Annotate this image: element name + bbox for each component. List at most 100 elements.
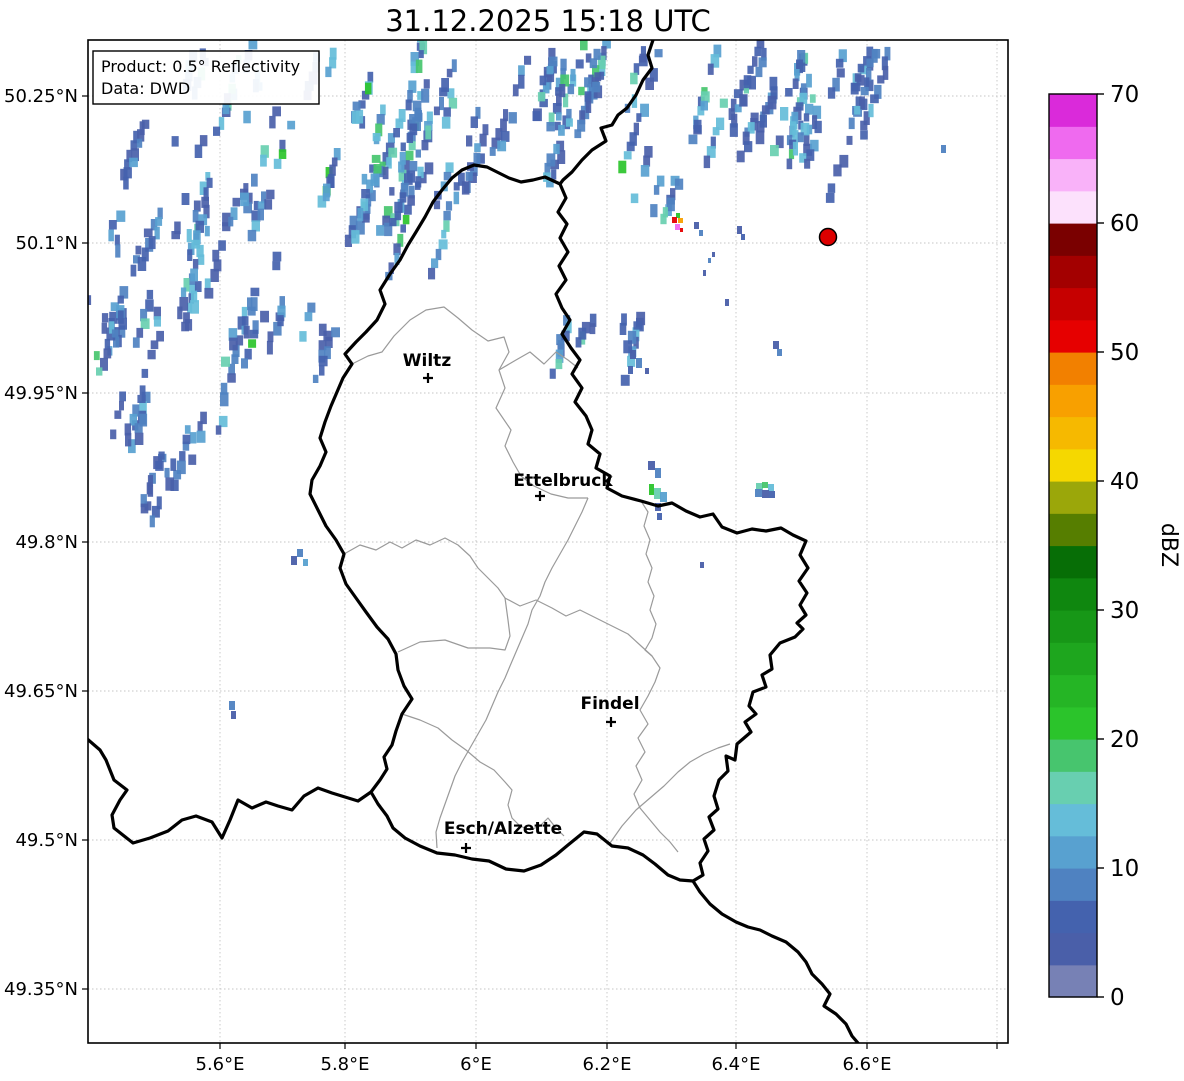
echo-bin — [762, 482, 768, 488]
echo-bin — [465, 171, 473, 181]
echo-bin — [656, 175, 665, 187]
echo-bin — [193, 200, 201, 212]
info-box: Product: 0.5° Reflectivity Data: DWD — [92, 50, 320, 105]
echo-bin — [247, 306, 256, 316]
echo-bin — [860, 130, 868, 140]
echo-bin — [140, 318, 150, 329]
echo-bin — [500, 131, 510, 142]
echo-bin — [754, 46, 762, 57]
echo-bin — [532, 111, 541, 121]
echo-bin — [421, 140, 429, 151]
echo-bin — [380, 104, 386, 116]
echo-bin — [132, 337, 140, 348]
colorbar-axis-label: dBZ — [1156, 523, 1181, 567]
echo-bin — [645, 368, 649, 374]
y-tick-label: 49.35°N — [4, 979, 78, 1000]
echo-bin — [461, 181, 470, 195]
echo-bin — [565, 118, 573, 127]
echo-bin — [140, 503, 149, 514]
colorbar-segment — [1049, 932, 1097, 966]
echo-bin — [792, 141, 798, 156]
echo-bin — [146, 289, 154, 300]
y-tick-label: 50.25°N — [4, 86, 78, 107]
echo-bin — [108, 220, 117, 230]
echo-bin — [147, 484, 154, 497]
echo-bin — [860, 86, 869, 96]
echo-bin — [441, 116, 451, 129]
echo-bin — [546, 73, 555, 82]
echo-bin — [213, 126, 221, 136]
colorbar-segment — [1049, 255, 1097, 289]
echo-bin — [194, 144, 203, 158]
echo-bin — [141, 119, 150, 129]
echo-bin — [866, 58, 874, 68]
echo-bin — [825, 192, 835, 203]
echo-bin — [273, 158, 282, 169]
echo-bin — [206, 177, 213, 188]
colorbar-segment — [1049, 481, 1097, 514]
colorbar-tick-label: 50 — [1110, 340, 1139, 366]
echo-bin — [835, 58, 844, 68]
echo-bin — [558, 124, 565, 136]
echo-bin — [453, 191, 460, 205]
echo-bin — [101, 313, 109, 323]
echo-bin — [376, 225, 385, 236]
echo-bin — [719, 98, 728, 108]
echo-bin — [546, 122, 555, 132]
echo-bin — [272, 251, 282, 262]
echo-bin — [636, 113, 642, 122]
echo-bin — [177, 306, 183, 320]
echo-bin — [93, 351, 100, 361]
echo-bin — [619, 322, 627, 335]
echo-bin — [557, 340, 565, 351]
colorbar-segment — [1049, 545, 1097, 579]
x-tick-label: 5.8°E — [321, 1054, 370, 1075]
echo-bin — [393, 128, 400, 138]
echo-bin — [182, 434, 191, 445]
echo-bin — [620, 374, 630, 386]
echo-bin — [185, 319, 193, 331]
echo-bin — [137, 394, 146, 403]
echo-bin — [156, 330, 164, 342]
echo-bin — [88, 295, 92, 305]
colorbar-tick-label: 70 — [1110, 82, 1139, 108]
echo-bin — [854, 73, 862, 82]
echo-bin — [694, 222, 699, 229]
echo-bin — [266, 189, 275, 200]
colorbar-tick-label: 10 — [1110, 856, 1139, 882]
echo-bin — [405, 150, 414, 161]
echo-bin — [768, 484, 774, 491]
echo-bin — [357, 208, 364, 222]
echo-bin — [703, 155, 711, 169]
echo-bin — [277, 315, 284, 327]
echo-bin — [680, 228, 683, 232]
echo-bin — [649, 484, 654, 495]
echo-bin — [264, 199, 273, 210]
echo-bin — [512, 84, 519, 97]
echo-bin — [556, 112, 562, 121]
echo-bin — [537, 92, 546, 102]
echo-bin — [171, 136, 179, 147]
echo-bin — [116, 210, 126, 222]
echo-bin — [141, 368, 149, 378]
x-tick-label: 6.2°E — [583, 1054, 632, 1075]
echo-bin — [388, 147, 398, 158]
echo-bin — [318, 323, 327, 336]
echo-bin — [854, 105, 861, 115]
echo-bin — [418, 50, 424, 59]
echo-bin — [243, 183, 249, 195]
echo-bin — [307, 302, 316, 313]
colorbar-tick-label: 20 — [1110, 727, 1139, 753]
echo-bin — [546, 66, 554, 75]
echo-bin — [291, 556, 297, 565]
echo-bin — [204, 287, 214, 299]
echo-bin — [415, 59, 423, 73]
echo-bin — [428, 267, 436, 280]
echo-bin — [618, 160, 627, 174]
echo-bin — [868, 103, 874, 118]
echo-bin — [640, 165, 650, 177]
echo-bin — [660, 492, 667, 502]
echo-bin — [809, 94, 816, 103]
echo-bin — [248, 339, 257, 348]
echo-bin — [372, 133, 381, 142]
